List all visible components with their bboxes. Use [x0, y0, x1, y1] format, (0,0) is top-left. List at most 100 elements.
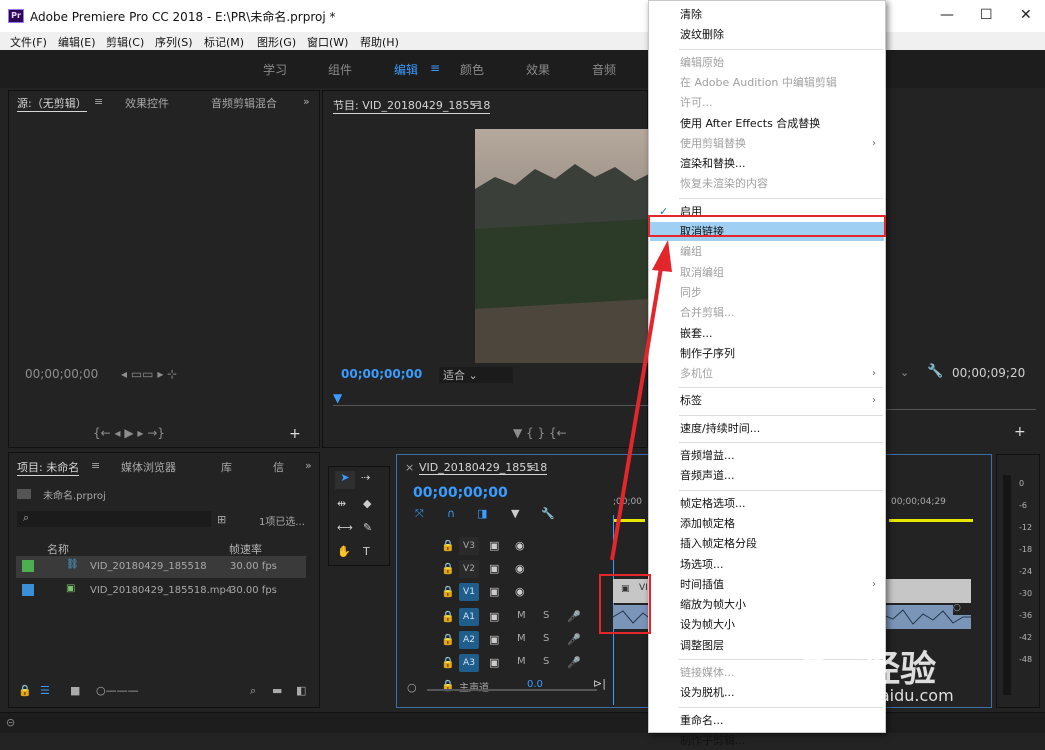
workspace-tab-editing[interactable]: 编辑	[394, 61, 418, 78]
project-item-row[interactable]: ▣ VID_20180429_185518.mp4 30.00 fps	[16, 580, 306, 602]
pen-tool-icon[interactable]: ✎	[363, 521, 372, 534]
workspace-tab-assembly[interactable]: 组件	[328, 61, 352, 78]
track-a1[interactable]: A1	[459, 608, 479, 626]
voice-over-record-icon[interactable]: 🎤	[567, 633, 581, 646]
fit-dropdown[interactable]: 适合 ⌄	[439, 367, 513, 383]
context-menu-item[interactable]: 插入帧定格分段	[650, 534, 884, 553]
close-button[interactable]: ✕	[1020, 7, 1032, 23]
slip-tool-icon[interactable]: ⟷	[337, 521, 353, 534]
tab-info[interactable]: 信	[273, 459, 284, 475]
project-search-input[interactable]: ⌕	[17, 511, 211, 527]
source-transport-icons[interactable]: {← ◂ ▶ ▸ →}	[93, 426, 165, 440]
track-v1[interactable]: V1	[459, 583, 479, 601]
workspace-tab-effects[interactable]: 效果	[526, 61, 550, 78]
tab-effect-controls[interactable]: 效果控件	[125, 95, 169, 111]
toggle-track-output-icon[interactable]: ◉	[515, 562, 525, 575]
toggle-sync-lock-icon[interactable]: ▣	[489, 562, 499, 575]
track-lock-icon[interactable]: 🔒	[441, 539, 455, 552]
snap-icon[interactable]: ⤧	[415, 507, 424, 521]
lock-icon[interactable]: 🔒	[18, 684, 32, 697]
menu-clip[interactable]: 剪辑(C)	[106, 34, 144, 50]
voice-over-record-icon[interactable]: 🎤	[567, 656, 581, 669]
program-zoom-dropdown-icon[interactable]: ⌄	[900, 366, 909, 379]
project-item-row[interactable]: ⛓ VID_20180429_185518 30.00 fps	[16, 556, 306, 578]
marker-icon[interactable]: ▼	[511, 507, 519, 520]
timeline-close-icon[interactable]: ×	[405, 461, 414, 474]
column-fps[interactable]: 帧速率	[229, 541, 262, 557]
scroll-handle-left[interactable]: ○	[407, 681, 417, 694]
context-menu-item[interactable]: 制作子序列	[650, 344, 884, 363]
linked-selection-icon[interactable]: ∩	[447, 507, 455, 520]
project-menu-icon[interactable]: ≡	[91, 459, 100, 472]
solo-button[interactable]: S	[543, 610, 549, 621]
program-timecode[interactable]: 00;00;00;00	[341, 367, 422, 381]
new-bin-icon[interactable]: ▬	[272, 684, 282, 697]
tab-source-menu-icon[interactable]: ≡	[94, 95, 103, 108]
program-ruler-right[interactable]	[886, 400, 1036, 410]
program-add-button-icon[interactable]: +	[1014, 424, 1026, 440]
new-item-icon[interactable]: ◧	[296, 684, 306, 697]
track-v2[interactable]: V2	[459, 560, 479, 578]
track-v3[interactable]: V3	[459, 537, 479, 555]
add-marker-icon[interactable]: ◨	[477, 507, 487, 520]
menu-sequence[interactable]: 序列(S)	[155, 34, 193, 50]
toggle-sync-lock-icon[interactable]: ▣	[489, 633, 499, 646]
voice-over-record-icon[interactable]: 🎤	[567, 610, 581, 623]
tab-media-browser[interactable]: 媒体浏览器	[121, 459, 176, 475]
toggle-sync-lock-icon[interactable]: ▣	[489, 585, 499, 598]
icon-view-icon[interactable]: ■	[70, 684, 80, 697]
wrench-icon[interactable]: 🔧	[927, 364, 943, 379]
work-area-bar-right[interactable]	[889, 519, 973, 522]
more-panels-icon[interactable]: »	[303, 95, 310, 108]
track-select-tool-icon[interactable]: ⇢	[361, 471, 370, 484]
tab-audio-clip-mixer[interactable]: 音频剪辑混合	[211, 95, 277, 111]
zoom-slider[interactable]: ○———	[96, 684, 139, 697]
toggle-sync-lock-icon[interactable]: ▣	[489, 610, 499, 623]
context-menu-item[interactable]: 音频增益...	[650, 446, 884, 465]
program-transport-icons[interactable]: ▼ { } {←	[513, 426, 567, 440]
context-menu-item[interactable]: 缩放为帧大小	[650, 595, 884, 614]
source-timecode[interactable]: 00;00;00;00	[25, 367, 98, 381]
project-more-panels-icon[interactable]: »	[305, 459, 312, 472]
menu-graphics[interactable]: 图形(G)	[257, 34, 296, 50]
context-menu-item[interactable]: 帧定格选项...	[650, 494, 884, 513]
toggle-track-output-icon[interactable]: ◉	[515, 585, 525, 598]
context-menu-item[interactable]: 清除	[650, 5, 884, 24]
hand-tool-icon[interactable]: ✋	[337, 545, 351, 558]
track-lock-icon[interactable]: 🔒	[441, 656, 455, 669]
tab-project[interactable]: 项目: 未命名	[17, 459, 80, 476]
find-icon[interactable]: ⌕	[250, 684, 256, 698]
tab-libraries[interactable]: 库	[221, 459, 232, 475]
mute-button[interactable]: M	[517, 633, 526, 644]
context-menu-item[interactable]: 速度/持续时间...	[650, 419, 884, 438]
menu-edit[interactable]: 编辑(E)	[58, 34, 96, 50]
context-menu-item[interactable]: 音频声道...	[650, 466, 884, 485]
context-menu-item[interactable]: 渲染和替换...	[650, 154, 884, 173]
solo-button[interactable]: S	[543, 656, 549, 667]
timeline-menu-icon[interactable]: ≡	[527, 461, 536, 474]
track-lock-icon[interactable]: 🔒	[441, 562, 455, 575]
maximize-button[interactable]: ☐	[980, 7, 993, 23]
work-area-bar-left[interactable]	[613, 519, 645, 522]
context-menu-item[interactable]: 时间插值 ›	[650, 575, 884, 594]
tab-source[interactable]: 源:（无剪辑）	[17, 95, 87, 112]
context-menu-item[interactable]: 制作子剪辑...	[650, 731, 884, 750]
workspace-tab-learn[interactable]: 学习	[263, 61, 287, 78]
column-name[interactable]: 名称	[47, 541, 69, 557]
menu-marker[interactable]: 标记(M)	[204, 34, 244, 50]
program-playhead-icon[interactable]: ▼	[333, 391, 342, 405]
workspace-tab-color[interactable]: 颜色	[460, 61, 484, 78]
context-menu-item[interactable]: 波纹删除	[650, 25, 884, 44]
toggle-sync-lock-icon[interactable]: ▣	[489, 656, 499, 669]
menu-help[interactable]: 帮助(H)	[360, 34, 399, 50]
program-title[interactable]: 节目: VID_20180429_185518	[333, 97, 491, 114]
toggle-sync-lock-icon[interactable]: ▣	[489, 539, 499, 552]
menu-file[interactable]: 文件(F)	[10, 34, 47, 50]
source-scrub-bar[interactable]: ◂ ▭▭ ▸ ⊹	[121, 367, 177, 381]
track-lock-icon[interactable]: 🔒	[441, 633, 455, 646]
track-lock-icon[interactable]: 🔒	[441, 585, 455, 598]
context-menu-item[interactable]: 标签 ›	[650, 391, 884, 410]
scroll-indicator[interactable]: ○	[953, 603, 973, 615]
context-menu-item[interactable]: 使用 After Effects 合成替换	[650, 114, 884, 133]
context-menu-item[interactable]: 嵌套...	[650, 324, 884, 343]
